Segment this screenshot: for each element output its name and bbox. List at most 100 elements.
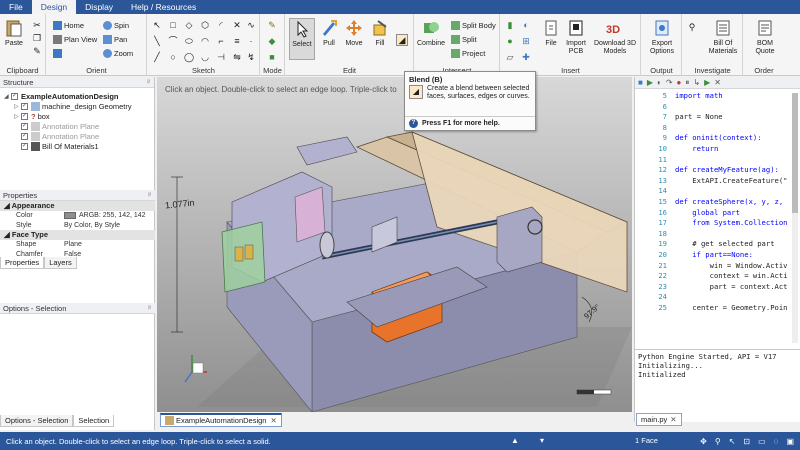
step-over-icon[interactable]: ↳ — [693, 78, 700, 87]
display-icon[interactable]: ▣ — [786, 437, 794, 446]
pan-button[interactable]: Pan — [103, 34, 127, 45]
code-line[interactable]: 13 ExtAPI.CreateFeature(" — [635, 176, 800, 187]
tree-item-annotation-plane[interactable]: ✓ Annotation Plane — [4, 121, 154, 131]
file-tab-main-py[interactable]: main.py ✕ — [636, 413, 682, 426]
tree-item-box[interactable]: ▷ ✓ ? box — [4, 111, 154, 121]
pin-icon[interactable]: ᵖ — [148, 190, 151, 201]
select-button[interactable]: Select — [289, 18, 315, 60]
checkbox-icon[interactable]: ✓ — [21, 102, 28, 110]
code-scrollbar[interactable] — [792, 93, 798, 343]
bill-of-materials-button[interactable]: Bill Of Materials — [705, 18, 741, 56]
face-type-section[interactable]: ◢ Face Type — [0, 230, 155, 240]
scrollbar-thumb[interactable] — [792, 93, 798, 213]
tree-item-geometry[interactable]: ▷ ✓ machine_design Geometry — [4, 101, 154, 111]
snap-icon[interactable]: ⊡ — [743, 437, 750, 446]
pause-icon[interactable]: ⏸ — [685, 78, 689, 88]
pin-icon[interactable]: ᵖ — [148, 303, 151, 314]
3d-viewport[interactable]: Click an object. Double-click to select … — [157, 77, 632, 412]
export-options-button[interactable]: Export Options — [646, 18, 678, 56]
save-icon[interactable]: ■ — [638, 78, 643, 87]
cylinder-icon[interactable]: ▮ — [505, 20, 515, 30]
bend-icon[interactable]: ↯ — [246, 52, 256, 62]
code-line[interactable]: 17 from System.Collection — [635, 218, 800, 229]
code-line[interactable]: 10 return — [635, 144, 800, 155]
3d-mode-icon[interactable]: ■ — [267, 52, 277, 62]
code-line[interactable]: 8 — [635, 123, 800, 134]
code-line[interactable]: 12 def createMyFeature(ag): — [635, 165, 800, 176]
copy-icon[interactable]: ❐ — [32, 33, 42, 43]
circle-icon[interactable]: ○ — [168, 52, 178, 62]
shell-icon[interactable]: ◐ — [521, 20, 531, 30]
construction-line-icon[interactable]: ╱ — [152, 52, 162, 62]
insert-file-button[interactable]: File — [541, 18, 561, 48]
close-tab-icon[interactable]: ✕ — [270, 416, 276, 425]
tab-layers[interactable]: Layers — [44, 257, 77, 269]
prop-style[interactable]: Style By Color, By Style — [0, 221, 155, 231]
download-3d-button[interactable]: 3D Download 3D Models — [591, 18, 639, 56]
tab-selection[interactable]: Selection — [73, 415, 115, 427]
combine-button[interactable]: Combine — [417, 18, 445, 48]
stop-icon[interactable]: ● — [677, 78, 682, 87]
code-line[interactable]: 5 import math — [635, 91, 800, 102]
project-button[interactable]: Project — [451, 48, 485, 59]
pull-button[interactable]: Pull — [319, 18, 339, 48]
code-line[interactable]: 20 if part==None: — [635, 250, 800, 261]
code-line[interactable]: 16 global part — [635, 208, 800, 219]
code-line[interactable]: 11 — [635, 155, 800, 166]
code-line[interactable]: 9 def oninit(context): — [635, 133, 800, 144]
debug-icon[interactable]: ◐ — [657, 78, 662, 87]
code-line[interactable]: 6 — [635, 102, 800, 113]
section-mode-icon[interactable]: ◆ — [267, 36, 277, 46]
extend-icon[interactable]: ⊣ — [216, 52, 226, 62]
code-line[interactable]: 25 center = Geometry.Poin — [635, 303, 800, 314]
code-editor[interactable]: 5 import math 6 7 part = None 8 9 def oninit(co… — [635, 91, 800, 347]
fillet-icon[interactable]: ⌐ — [216, 36, 226, 46]
appearance-section[interactable]: ◢ Appearance — [0, 201, 155, 211]
run-selected-icon[interactable]: ▶ — [704, 78, 710, 87]
box-select-icon[interactable]: ▭ — [758, 437, 766, 446]
close-icon[interactable]: ✕ — [714, 78, 721, 87]
filter-icon[interactable]: ⚲ — [715, 437, 721, 446]
paste-button[interactable]: Paste — [4, 18, 24, 48]
code-line[interactable]: 22 context = win.Acti — [635, 271, 800, 282]
expand-icon[interactable]: ▷ — [14, 113, 20, 120]
polygon-icon[interactable]: ⬡ — [200, 20, 210, 30]
view-cube-button[interactable] — [53, 48, 64, 59]
checkbox-icon[interactable]: ✓ — [11, 92, 18, 100]
plane-icon[interactable]: ▱ — [505, 52, 515, 62]
code-line[interactable]: 7 part = None — [635, 112, 800, 123]
plan-view-button[interactable]: Plan View — [53, 34, 97, 45]
tree-item-root[interactable]: ◢ ✓ ExampleAutomationDesign — [4, 91, 154, 101]
lathe-model[interactable] — [157, 77, 632, 412]
bom-quote-button[interactable]: BOM Quote — [750, 18, 780, 56]
three-point-arc-icon[interactable]: ◡ — [200, 52, 210, 62]
home-button[interactable]: Home — [53, 20, 84, 31]
tangent-line-icon[interactable]: ⌒ — [168, 36, 178, 46]
pattern-icon[interactable]: ⊞ — [521, 36, 531, 46]
code-line[interactable]: 14 — [635, 186, 800, 197]
sweep-arc-icon[interactable]: ◠ — [200, 36, 210, 46]
sphere-icon[interactable]: ● — [505, 36, 515, 46]
document-tab[interactable]: ExampleAutomationDesign ✕ — [160, 413, 282, 427]
mirror-icon[interactable]: ⇋ — [232, 52, 242, 62]
tangent-arc-icon[interactable]: ◜ — [216, 20, 226, 30]
ellipse-icon[interactable]: ⬭ — [184, 36, 194, 46]
rectangle-icon[interactable]: □ — [168, 20, 178, 30]
code-line[interactable]: 23 part = context.Act — [635, 282, 800, 293]
zoom-button[interactable]: Zoom — [103, 48, 133, 59]
move-button[interactable]: Move — [344, 18, 364, 48]
close-tab-icon[interactable]: ✕ — [670, 414, 676, 425]
tab-options-selection[interactable]: Options - Selection — [0, 415, 74, 427]
warning-triangle-icon[interactable]: ▲ — [511, 436, 519, 445]
prop-color[interactable]: Color ARGB: 255, 142, 142 — [0, 211, 155, 221]
select-mode-icon[interactable]: ✥ — [700, 437, 707, 446]
menu-design[interactable]: Design — [31, 0, 77, 14]
pin-icon[interactable]: ᵖ — [147, 77, 150, 88]
python-console[interactable]: Python Engine Started, API = V17 Initial… — [635, 349, 800, 409]
pointer-icon[interactable]: ↖ — [729, 437, 736, 446]
prop-shape[interactable]: Shape Plane — [0, 240, 155, 250]
checkbox-icon[interactable]: ✓ — [21, 112, 28, 120]
measure-icon[interactable]: ⚲ — [687, 22, 697, 32]
offset-icon[interactable]: ≡ — [232, 36, 242, 46]
run-icon[interactable]: ▶ — [647, 78, 653, 87]
